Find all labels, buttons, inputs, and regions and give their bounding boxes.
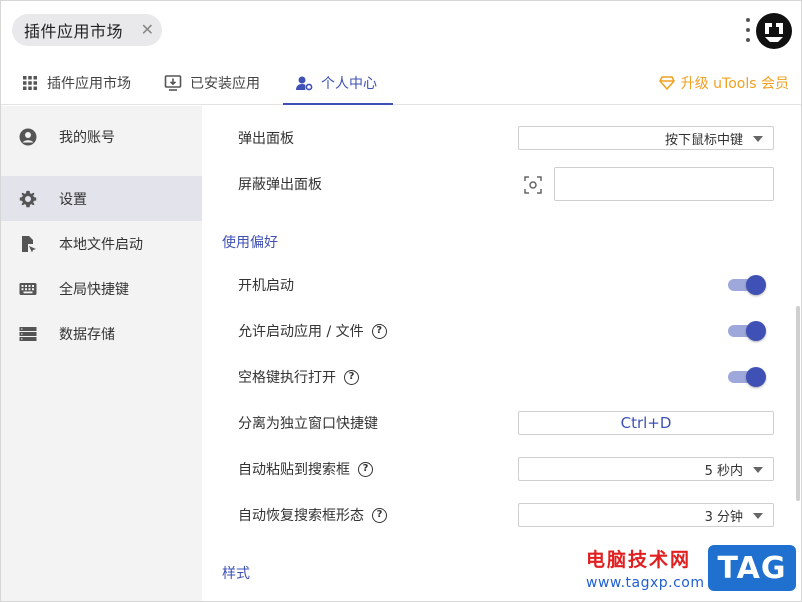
close-icon[interactable]: ✕ <box>141 20 154 40</box>
popup-panel-label: 弹出面板 <box>238 131 294 147</box>
sidebar-item-label: 全局快捷键 <box>59 281 129 298</box>
select-value: 5 秒内 <box>704 463 743 479</box>
auto-paste-select[interactable]: 5 秒内 <box>518 457 774 481</box>
tab-label: 已安装应用 <box>190 76 260 92</box>
watermark-url: www.tagxp.com <box>586 575 705 591</box>
popup-panel-select[interactable]: 按下鼠标中键 <box>518 126 774 150</box>
keyboard-icon <box>19 280 37 298</box>
user-settings-icon <box>295 74 313 92</box>
allow-launch-row: 允许启动应用 / 文件 ? <box>238 316 387 346</box>
allow-launch-label: 允许启动应用 / 文件 <box>238 324 364 340</box>
sidebar-item-label: 我的账号 <box>59 129 115 146</box>
help-icon[interactable]: ? <box>358 461 373 477</box>
chevron-down-icon <box>753 467 763 473</box>
grid-icon <box>21 74 39 92</box>
detach-hotkey-input[interactable]: Ctrl+D <box>518 411 774 435</box>
space-open-label: 空格键执行打开 <box>238 370 336 386</box>
auto-start-toggle[interactable] <box>728 275 766 295</box>
diamond-icon <box>658 76 675 90</box>
sidebar-item-label: 数据存储 <box>59 326 115 343</box>
block-popup-input[interactable] <box>554 167 774 201</box>
auto-paste-row: 自动粘贴到搜索框 ? <box>238 454 373 484</box>
space-open-toggle[interactable] <box>728 367 766 387</box>
utools-logo-icon[interactable] <box>756 13 792 49</box>
select-value: 按下鼠标中键 <box>664 132 743 148</box>
auto-start-label: 开机启动 <box>238 278 294 294</box>
block-popup-label: 屏蔽弹出面板 <box>238 177 322 193</box>
sidebar-item-settings[interactable]: 设置 <box>1 176 202 221</box>
upgrade-label: 升级 uTools 会员 <box>680 76 789 92</box>
sidebar-item-label: 本地文件启动 <box>59 236 143 253</box>
app-window: 插件应用市场 ✕ 插件应用市场 已安装应用 个人中心 升级 uTools 会员 … <box>0 0 802 602</box>
sidebar-item-account[interactable]: 我的账号 <box>1 114 202 159</box>
header: 插件应用市场 ✕ 插件应用市场 已安装应用 个人中心 升级 uTools 会员 <box>1 1 801 105</box>
more-vertical-icon[interactable] <box>743 18 753 42</box>
section-preferences-title: 使用偏好 <box>222 235 278 251</box>
gear-icon <box>19 190 37 208</box>
auto-restore-label: 自动恢复搜索框形态 <box>238 508 364 524</box>
help-icon[interactable]: ? <box>372 507 387 523</box>
help-icon[interactable]: ? <box>371 323 387 339</box>
detach-hotkey-value: Ctrl+D <box>620 414 672 432</box>
tab-label: 插件应用市场 <box>47 76 131 92</box>
tab-label: 个人中心 <box>321 76 377 92</box>
select-value: 3 分钟 <box>704 509 743 525</box>
sidebar-item-data-storage[interactable]: 数据存储 <box>1 311 202 356</box>
watermark-tag: TAG <box>708 545 796 591</box>
auto-restore-select[interactable]: 3 分钟 <box>518 503 774 527</box>
sidebar-item-label: 设置 <box>59 191 87 208</box>
detach-hotkey-label: 分离为独立窗口快捷键 <box>238 416 378 432</box>
settings-panel: 弹出面板 按下鼠标中键 屏蔽弹出面板 使用偏好 开机启动 允许启动应用 / 文件… <box>202 106 801 601</box>
watermark: 电脑技术网 www.tagxp.com TAG <box>586 545 801 601</box>
installed-icon <box>164 74 182 92</box>
tab-plugin-market[interactable]: 插件应用市场 <box>21 61 131 105</box>
account-icon <box>19 128 37 146</box>
scrollbar[interactable] <box>796 306 800 501</box>
sidebar-item-local-file[interactable]: 本地文件启动 <box>1 221 202 266</box>
tab-personal-center[interactable]: 个人中心 <box>283 61 393 105</box>
screen-capture-icon[interactable] <box>524 176 542 194</box>
storage-icon <box>19 325 37 343</box>
chevron-down-icon <box>753 136 763 142</box>
search-tag-pill[interactable]: 插件应用市场 ✕ <box>12 14 162 46</box>
auto-paste-label: 自动粘贴到搜索框 <box>238 462 350 478</box>
sidebar: 我的账号 设置 本地文件启动 全局快捷键 数据存储 <box>1 106 202 601</box>
tab-installed[interactable]: 已安装应用 <box>164 61 260 105</box>
section-style-title: 样式 <box>222 566 250 582</box>
upgrade-link[interactable]: 升级 uTools 会员 <box>658 61 789 105</box>
help-icon[interactable]: ? <box>344 369 359 385</box>
search-tag-label: 插件应用市场 <box>24 22 124 41</box>
file-launch-icon <box>19 235 37 253</box>
space-open-row: 空格键执行打开 ? <box>238 362 359 392</box>
watermark-title: 电脑技术网 <box>586 549 692 571</box>
allow-launch-toggle[interactable] <box>728 321 766 341</box>
sidebar-item-global-hotkey[interactable]: 全局快捷键 <box>1 266 202 311</box>
auto-restore-row: 自动恢复搜索框形态 ? <box>238 500 387 530</box>
chevron-down-icon <box>753 513 763 519</box>
